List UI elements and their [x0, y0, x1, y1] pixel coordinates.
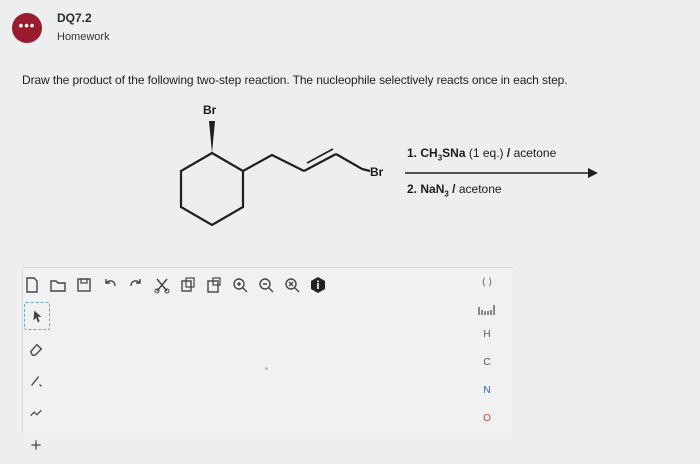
structure-drawing: [179, 121, 598, 227]
editor-toolbar: [22, 272, 492, 298]
canvas-point: [265, 367, 268, 370]
arrow-head: [588, 168, 598, 178]
cyclohexane-ring: [179, 151, 245, 227]
element-panel: ⟨ ⟩ H C N O: [470, 267, 504, 433]
open-folder-icon[interactable]: [48, 275, 68, 295]
info-icon[interactable]: [308, 275, 328, 295]
chain-bond: [242, 153, 305, 172]
br-label-end: Br: [370, 165, 384, 179]
zoom-reset-icon[interactable]: [282, 275, 302, 295]
paste-icon[interactable]: [204, 275, 224, 295]
save-icon[interactable]: [74, 275, 94, 295]
br-label-top: Br: [203, 103, 217, 117]
menu-avatar[interactable]: •••: [12, 13, 42, 43]
panel-toggle-icon[interactable]: ⟨ ⟩: [470, 277, 504, 288]
step-2-reagents: 2. NaN3 / acetone: [407, 182, 502, 199]
zoom-in-icon[interactable]: [230, 275, 250, 295]
new-file-icon[interactable]: [22, 275, 42, 295]
question-prompt: Draw the product of the following two-st…: [22, 73, 568, 87]
single-bond-icon[interactable]: [24, 368, 48, 394]
cut-icon[interactable]: [152, 275, 172, 295]
element-n[interactable]: N: [470, 385, 504, 396]
chain-tool-icon[interactable]: [24, 400, 48, 426]
undo-icon[interactable]: [100, 275, 120, 295]
assignment-header: ••• DQ7.2 Homework: [0, 0, 700, 58]
assignment-type: Homework: [57, 31, 110, 43]
redo-icon[interactable]: [126, 275, 146, 295]
element-c[interactable]: C: [470, 357, 504, 368]
element-o[interactable]: O: [470, 413, 504, 424]
wedge-bond: [209, 121, 215, 153]
zoom-out-icon[interactable]: [256, 275, 276, 295]
assignment-title: DQ7.2: [57, 11, 92, 25]
element-h[interactable]: H: [470, 329, 504, 340]
alkene-bond-second: [306, 148, 334, 164]
charge-plus-icon[interactable]: [24, 432, 48, 458]
step-1-reagents: 1. CH3SNa (1 eq.) / acetone: [407, 146, 557, 163]
eraser-icon[interactable]: [24, 336, 48, 362]
editor-side-tools: [24, 302, 50, 464]
select-arrow-icon[interactable]: [24, 302, 50, 330]
periodic-table-icon[interactable]: [470, 303, 504, 320]
chain-bond-end: [335, 153, 371, 173]
copy-icon[interactable]: [178, 275, 198, 295]
reaction-scheme: Br Br 1. CH3SNa (1 eq.) / acetone 2. NaN…: [0, 95, 700, 265]
